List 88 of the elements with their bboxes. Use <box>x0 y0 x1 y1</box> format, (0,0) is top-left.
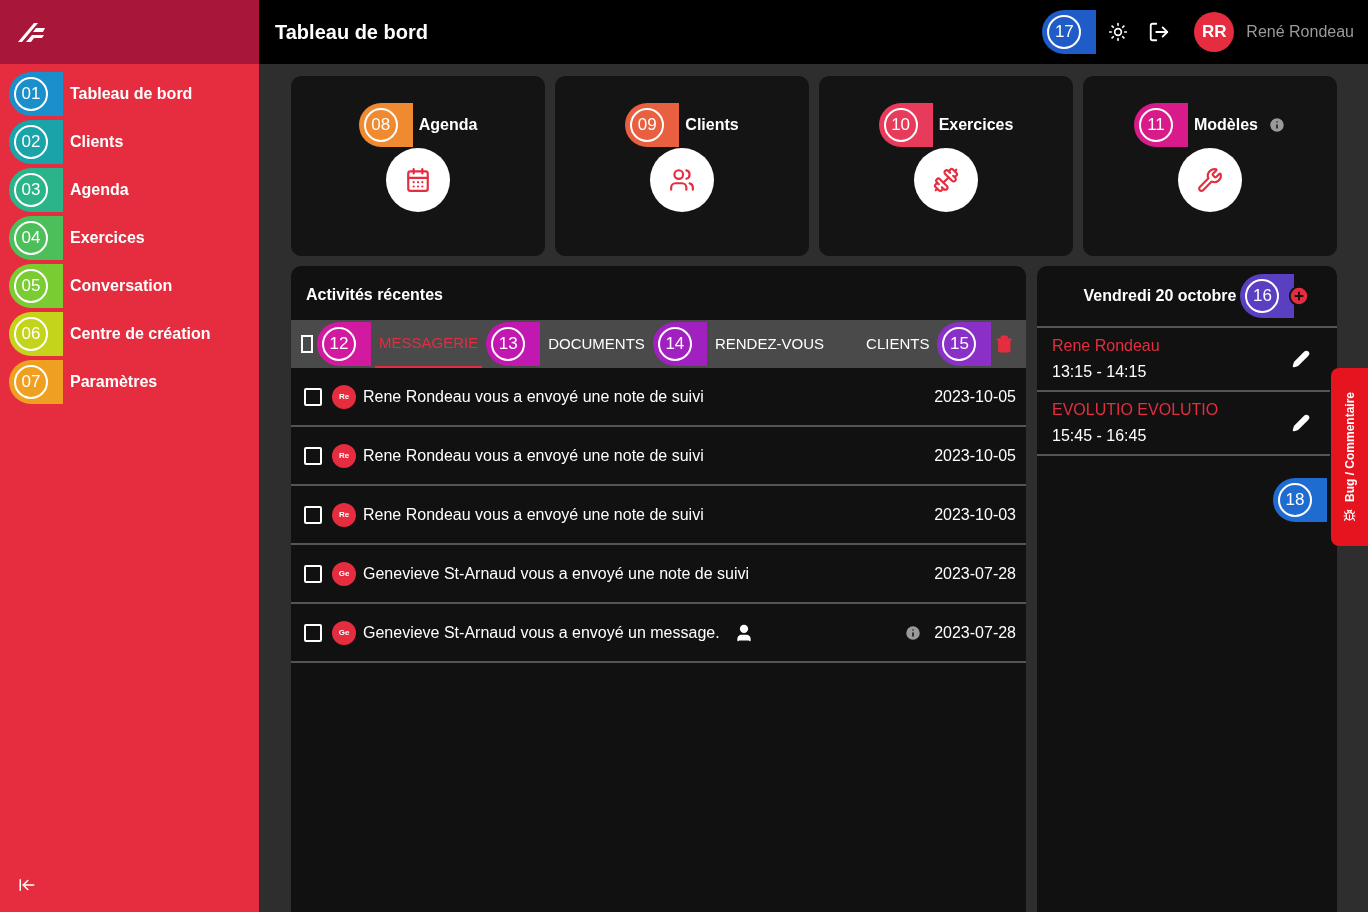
sidebar-item[interactable]: Centre de création <box>70 322 211 346</box>
row-checkbox[interactable] <box>304 505 322 524</box>
sidebar-item[interactable]: Exercices <box>70 226 145 250</box>
agenda-date: Vendredi 20 octobre <box>1083 286 1237 306</box>
number-badge: 09 <box>625 103 680 147</box>
sidebar-item[interactable]: Tableau de bord <box>70 82 193 106</box>
activity-text: Rene Rondeau vous a envoyé une note de suivi <box>363 386 704 407</box>
row-checkbox[interactable] <box>304 623 322 642</box>
number-badge: 05 <box>9 264 63 308</box>
tab[interactable]: CLIENTS <box>862 320 934 368</box>
activity-row[interactable]: Ge Genevieve St-Arnaud vous a envoyé une note de suivi 2023-07-28 <box>291 545 1026 604</box>
shortcut-card[interactable]: 10 Exercices <box>819 76 1073 256</box>
info-icon[interactable] <box>904 623 923 642</box>
appointment-name: Rene Rondeau <box>1052 336 1160 356</box>
number-badge: 12 <box>317 322 371 366</box>
avatar: Re <box>332 502 356 527</box>
number-badge: 16 <box>1240 274 1295 318</box>
appointment-item[interactable]: Rene Rondeau 13:15 - 14:15 <box>1037 328 1330 392</box>
activity-text: Rene Rondeau vous a envoyé une note de suivi <box>363 504 704 525</box>
collapse-icon[interactable] <box>18 876 36 894</box>
activity-date: 2023-07-28 <box>934 563 1016 584</box>
activity-date: 2023-10-03 <box>934 504 1016 525</box>
number-badge: 18 <box>1273 478 1327 522</box>
edit-icon[interactable] <box>1292 350 1310 368</box>
activity-text: Rene Rondeau vous a envoyé une note de suivi <box>363 445 704 466</box>
number-badge: 07 <box>9 360 63 404</box>
activity-date: 2023-10-05 <box>934 445 1016 466</box>
user-avatar[interactable]: RR <box>1194 12 1235 52</box>
tools-icon <box>1197 167 1223 193</box>
card-title: Modèles <box>1194 115 1258 135</box>
shortcut-card[interactable]: 11 Modèles <box>1083 76 1337 256</box>
avatar: Ge <box>332 620 356 645</box>
edit-icon[interactable] <box>1292 414 1310 432</box>
number-badge: 01 <box>9 72 63 116</box>
appointment-item[interactable]: EVOLUTIO EVOLUTIO 15:45 - 16:45 <box>1037 392 1330 456</box>
card-title: Clients <box>685 115 739 135</box>
add-icon[interactable] <box>1288 285 1311 307</box>
activity-row[interactable]: Re Rene Rondeau vous a envoyé une note de suivi 2023-10-05 <box>291 368 1026 427</box>
select-all-checkbox[interactable] <box>301 335 313 353</box>
row-checkbox[interactable] <box>304 387 322 406</box>
sidebar-item[interactable]: Conversation <box>70 274 173 298</box>
logout-icon[interactable] <box>1148 21 1171 43</box>
activity-date: 2023-07-28 <box>934 622 1016 643</box>
sidebar-item[interactable]: Clients <box>70 130 124 154</box>
sidebar-item[interactable]: Agenda <box>70 178 129 202</box>
appointment-time: 13:15 - 14:15 <box>1052 362 1148 382</box>
activity-text: Genevieve St-Arnaud vous a envoyé une note de suivi <box>363 563 750 584</box>
activity-row[interactable]: Re Rene Rondeau vous a envoyé une note de suivi 2023-10-05 <box>291 427 1026 486</box>
appointment-time: 15:45 - 16:45 <box>1052 426 1148 446</box>
number-badge: 02 <box>9 120 63 164</box>
group-icon <box>669 167 695 193</box>
user-name[interactable]: René Rondeau <box>1246 20 1354 44</box>
tab[interactable]: DOCUMENTS <box>544 320 649 368</box>
activity-date: 2023-10-05 <box>934 386 1016 407</box>
number-badge: 08 <box>358 103 413 147</box>
card-title: Exercices <box>938 115 1014 135</box>
activity-text: Genevieve St-Arnaud vous a envoyé un message. <box>363 622 720 643</box>
appointment-name: EVOLUTIO EVOLUTIO <box>1052 400 1219 420</box>
row-checkbox[interactable] <box>304 446 322 465</box>
shortcut-card[interactable]: 08 Agenda <box>291 76 545 256</box>
number-badge: 06 <box>9 312 63 356</box>
tab[interactable]: RENDEZ-VOUS <box>710 320 829 368</box>
theme-icon[interactable] <box>1108 22 1129 42</box>
number-badge: 03 <box>9 168 63 212</box>
sidebar-item[interactable]: Paramètres <box>70 370 158 394</box>
number-badge: 11 <box>1134 103 1188 147</box>
page-title: Tableau de bord <box>275 20 428 45</box>
number-badge: 10 <box>878 103 933 147</box>
avatar: Re <box>332 384 356 409</box>
feedback-tab[interactable]: Bug / Commentaire <box>1331 368 1368 546</box>
number-badge: 14 <box>652 322 707 366</box>
activity-row[interactable]: Re Rene Rondeau vous a envoyé une note de suivi 2023-10-03 <box>291 486 1026 545</box>
shortcut-card[interactable]: 09 Clients <box>555 76 809 256</box>
number-badge: 17 <box>1042 10 1097 54</box>
row-checkbox[interactable] <box>304 564 322 583</box>
activity-row[interactable]: Ge Genevieve St-Arnaud vous a envoyé un message. 2023-07-28 <box>291 604 1026 663</box>
logo-icon <box>16 21 46 43</box>
calendar-icon <box>405 167 431 193</box>
avatar: Ge <box>332 561 356 586</box>
panel-title: Activités récentes <box>305 285 444 305</box>
info-icon[interactable] <box>1268 116 1286 134</box>
card-title: Agenda <box>418 115 478 135</box>
dumbbell-icon <box>933 167 959 193</box>
number-badge: 04 <box>9 216 63 260</box>
avatar: Re <box>332 443 356 468</box>
bug-icon <box>1343 508 1356 522</box>
number-badge: 13 <box>486 322 541 366</box>
number-badge: 15 <box>937 322 992 366</box>
